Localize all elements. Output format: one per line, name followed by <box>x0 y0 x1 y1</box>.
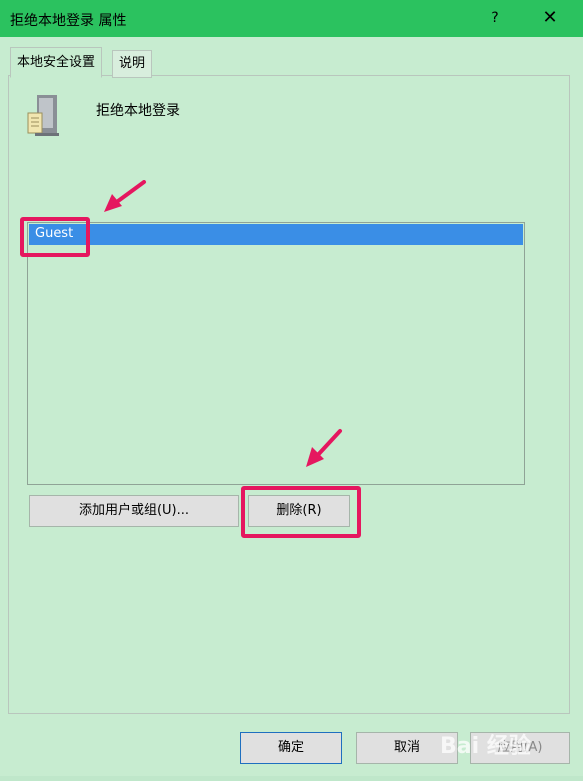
policy-name: 拒绝本地登录 <box>96 103 180 119</box>
watermark: Bai 经验 <box>440 734 531 759</box>
bottom-strip <box>0 776 583 781</box>
add-user-or-group-button[interactable]: 添加用户或组(U)... <box>29 495 239 527</box>
help-button[interactable]: ? <box>483 6 507 30</box>
window-title: 拒绝本地登录 属性 <box>10 13 127 29</box>
tab-local-security-setting[interactable]: 本地安全设置 <box>10 47 103 78</box>
ok-button[interactable]: 确定 <box>240 732 342 764</box>
highlight-box-remove <box>241 486 361 538</box>
server-computer-icon <box>27 95 59 136</box>
accounts-listbox[interactable]: Guest <box>27 222 525 485</box>
annotation-arrow-icon <box>306 429 342 467</box>
title-bar: 拒绝本地登录 属性 ? ✕ <box>0 0 583 37</box>
annotation-arrow-icon <box>104 180 146 212</box>
tab-explain[interactable]: 说明 <box>112 50 153 78</box>
close-button[interactable]: ✕ <box>536 6 564 30</box>
list-item[interactable]: Guest <box>29 224 523 245</box>
highlight-box-guest <box>20 217 90 257</box>
